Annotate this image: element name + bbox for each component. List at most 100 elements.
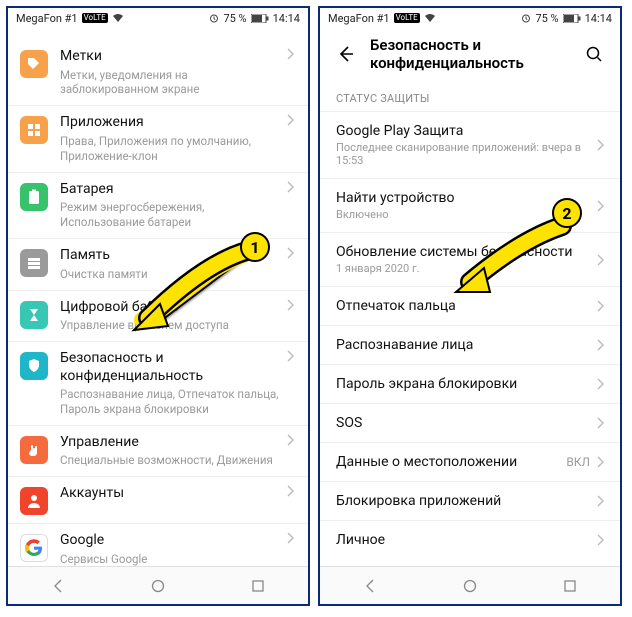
chevron-right-icon — [286, 434, 294, 446]
list-item[interactable]: Батарея Режим энергосбережения, Использо… — [8, 172, 308, 238]
nav-recent[interactable] — [245, 573, 271, 599]
list-item[interactable]: Google Сервисы Google — [8, 523, 308, 566]
item-title: Управление — [60, 434, 286, 452]
carrier-label: MegaFon #1 — [328, 12, 390, 25]
list-item[interactable]: Безопасность и конфиденциальность Распоз… — [8, 341, 308, 425]
list-item[interactable]: Распознавание лица — [320, 325, 620, 364]
battery-icon — [563, 14, 581, 23]
battery-icon — [20, 183, 48, 211]
storage-icon — [20, 249, 48, 277]
list-item[interactable]: Пароль экрана блокировки — [320, 364, 620, 403]
item-subtitle: Управление временем доступа — [60, 318, 286, 333]
shield-icon — [20, 352, 48, 380]
clock: 14:14 — [585, 12, 612, 25]
person-icon — [20, 487, 48, 515]
item-title: Данные о местоположении — [336, 454, 566, 470]
chevron-right-icon — [596, 417, 604, 429]
volte-badge: VoLTE — [82, 13, 108, 23]
chevron-right-icon — [286, 350, 294, 362]
google-icon — [20, 534, 48, 562]
chevron-right-icon — [286, 485, 294, 497]
item-title: SOS — [336, 415, 596, 431]
item-subtitle: Распознавание лица, Отпечаток пальца, Па… — [60, 387, 286, 417]
item-subtitle: Последнее сканирование приложений: вчера… — [336, 141, 596, 167]
item-title: Google Play Защита — [336, 123, 596, 139]
back-button[interactable] — [332, 40, 360, 68]
nav-recent[interactable] — [557, 573, 583, 599]
annotation-marker-1: 1 — [240, 232, 270, 262]
item-title: Безопасность и конфиденциальность — [60, 350, 286, 385]
item-subtitle: Права, Приложения по умолчанию, Приложен… — [60, 134, 286, 164]
nav-back[interactable] — [45, 573, 71, 599]
chevron-right-icon — [596, 200, 604, 212]
chevron-right-icon — [596, 378, 604, 390]
alarm-icon — [209, 13, 219, 23]
search-icon — [585, 45, 603, 63]
item-subtitle: Метки, уведомления на заблокированном эк… — [60, 68, 286, 98]
list-item[interactable]: Управление Специальные возможности, Движ… — [8, 425, 308, 476]
nav-bar — [320, 566, 620, 604]
list-item[interactable]: Блокировка приложений — [320, 481, 620, 520]
list-item[interactable]: Обновление системы безопасности 1 января… — [320, 232, 620, 286]
list-item[interactable]: Данные о местоположении ВКЛ — [320, 442, 620, 481]
item-title: Цифровой баланс — [60, 299, 286, 317]
item-subtitle: 1 января 2020 г. — [336, 262, 596, 275]
list-item[interactable]: Метки Метки, уведомления на заблокирован… — [8, 40, 308, 105]
security-list[interactable]: Google Play Защита Последнее сканировани… — [320, 111, 620, 566]
search-button[interactable] — [580, 40, 608, 68]
item-title: Метки — [60, 48, 286, 66]
chevron-right-icon — [596, 300, 604, 312]
section-header: СТАТУС ЗАЩИТЫ — [320, 80, 620, 111]
page-title: Безопасность и конфиденциальность — [370, 36, 570, 72]
battery-pct: 75 % — [223, 12, 246, 25]
battery-pct: 75 % — [535, 12, 558, 25]
settings-screen: MegaFon #1 VoLTE 75 % 14:14 Настройки Ме… — [6, 6, 310, 606]
item-title: Обновление системы безопасности — [336, 244, 596, 260]
list-item[interactable]: Аккаунты — [8, 476, 308, 523]
chevron-right-icon — [596, 339, 604, 351]
grid-icon — [20, 116, 48, 144]
item-subtitle: Режим энергосбережения, Использование ба… — [60, 200, 286, 230]
nav-bar — [8, 566, 308, 604]
volte-badge: VoLTE — [394, 13, 420, 23]
settings-list[interactable]: Метки Метки, уведомления на заблокирован… — [8, 40, 308, 566]
item-subtitle: Сервисы Google — [60, 552, 286, 566]
nav-back[interactable] — [357, 573, 383, 599]
chevron-right-icon — [286, 247, 294, 259]
list-item[interactable]: Отпечаток пальца — [320, 286, 620, 325]
chevron-right-icon — [596, 495, 604, 507]
item-title: Пароль экрана блокировки — [336, 376, 596, 392]
item-value: ВКЛ — [566, 455, 590, 469]
wifi-icon — [112, 13, 124, 23]
chevron-right-icon — [286, 48, 294, 60]
list-item[interactable]: Приложения Права, Приложения по умолчани… — [8, 105, 308, 171]
item-title: Приложения — [60, 114, 286, 132]
hourglass-icon — [20, 301, 48, 329]
list-item[interactable]: SOS — [320, 403, 620, 442]
wifi-icon — [424, 13, 436, 23]
arrow-left-icon — [336, 44, 356, 64]
item-title: Google — [60, 532, 286, 550]
item-title: Отпечаток пальца — [336, 298, 596, 314]
item-title: Батарея — [60, 181, 286, 199]
alarm-icon — [521, 13, 531, 23]
nav-home[interactable] — [457, 573, 483, 599]
list-item[interactable]: Google Play Защита Последнее сканировани… — [320, 111, 620, 178]
list-item[interactable]: Личное — [320, 520, 620, 559]
nav-home[interactable] — [145, 573, 171, 599]
battery-icon — [251, 14, 269, 23]
status-bar: MegaFon #1 VoLTE 75 % 14:14 — [8, 8, 308, 28]
chevron-right-icon — [286, 114, 294, 126]
list-item[interactable]: Цифровой баланс Управление временем дост… — [8, 290, 308, 341]
item-title: Блокировка приложений — [336, 493, 596, 509]
carrier-label: MegaFon #1 — [16, 12, 78, 25]
item-title: Аккаунты — [60, 485, 286, 503]
item-title: Распознавание лица — [336, 337, 596, 353]
item-title: Личное — [336, 532, 596, 548]
chevron-right-icon — [596, 139, 604, 151]
chevron-right-icon — [596, 456, 604, 468]
item-subtitle: Очистка памяти — [60, 267, 286, 282]
chevron-right-icon — [286, 299, 294, 311]
security-screen: MegaFon #1 VoLTE 75 % 14:14 Безопасность… — [318, 6, 622, 606]
chevron-right-icon — [596, 254, 604, 266]
